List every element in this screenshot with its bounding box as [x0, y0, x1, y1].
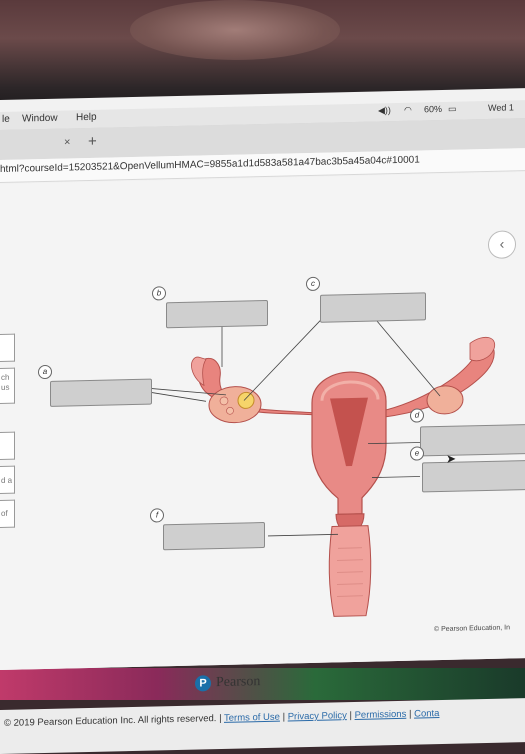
- vagina: [328, 525, 372, 617]
- background-blur: [130, 0, 340, 60]
- wifi-icon[interactable]: ◠: [404, 105, 412, 116]
- label-box-d[interactable]: [420, 424, 525, 457]
- battery-percent: 60%: [424, 103, 443, 115]
- menu-item-window[interactable]: Window: [22, 113, 58, 125]
- ovary-follicle: [237, 391, 255, 409]
- menu-item-file[interactable]: le: [2, 114, 10, 125]
- leader-lines: [151, 317, 441, 537]
- ovary-right: [426, 385, 464, 415]
- privacy-policy-link[interactable]: Privacy Policy: [288, 710, 347, 722]
- reproductive-anatomy-diagram: [151, 317, 496, 617]
- label-box-f[interactable]: [163, 521, 265, 551]
- ovary-follicle-small-2: [226, 406, 234, 415]
- mouse-cursor-icon: ➤: [446, 451, 457, 466]
- page-content: ‹ ch us d a of a b c d e f ➤ © Pearson E…: [0, 172, 525, 754]
- tab-close-button[interactable]: ×: [64, 136, 70, 148]
- battery-icon[interactable]: ▭: [448, 104, 457, 115]
- volume-icon[interactable]: ◀)): [378, 105, 391, 116]
- page-footer: © 2019 Pearson Education Inc. All rights…: [0, 698, 525, 754]
- footer-line: © 2019 Pearson Education Inc. All rights…: [4, 708, 440, 729]
- label-box-c[interactable]: [320, 292, 426, 323]
- clock[interactable]: Wed 1: [488, 102, 514, 113]
- label-box-b[interactable]: [166, 299, 268, 329]
- label-box-e[interactable]: [422, 460, 525, 493]
- label-box-a[interactable]: [50, 378, 152, 407]
- contact-link[interactable]: Conta: [414, 708, 439, 720]
- new-tab-button[interactable]: +: [88, 133, 97, 150]
- copyright-text: © 2019 Pearson Education Inc. All rights…: [4, 712, 222, 729]
- ovary-follicle-small-1: [219, 396, 229, 406]
- menu-item-help[interactable]: Help: [76, 112, 97, 123]
- monitor-screen: le Window Help ◀)) ◠ 60% ▭ Wed 1 × + htm…: [0, 88, 525, 754]
- permissions-link[interactable]: Permissions: [355, 709, 407, 721]
- terms-of-use-link[interactable]: Terms of Use: [224, 712, 280, 724]
- desk-background: [0, 668, 525, 700]
- pearson-brand-name: Pearson: [216, 674, 261, 691]
